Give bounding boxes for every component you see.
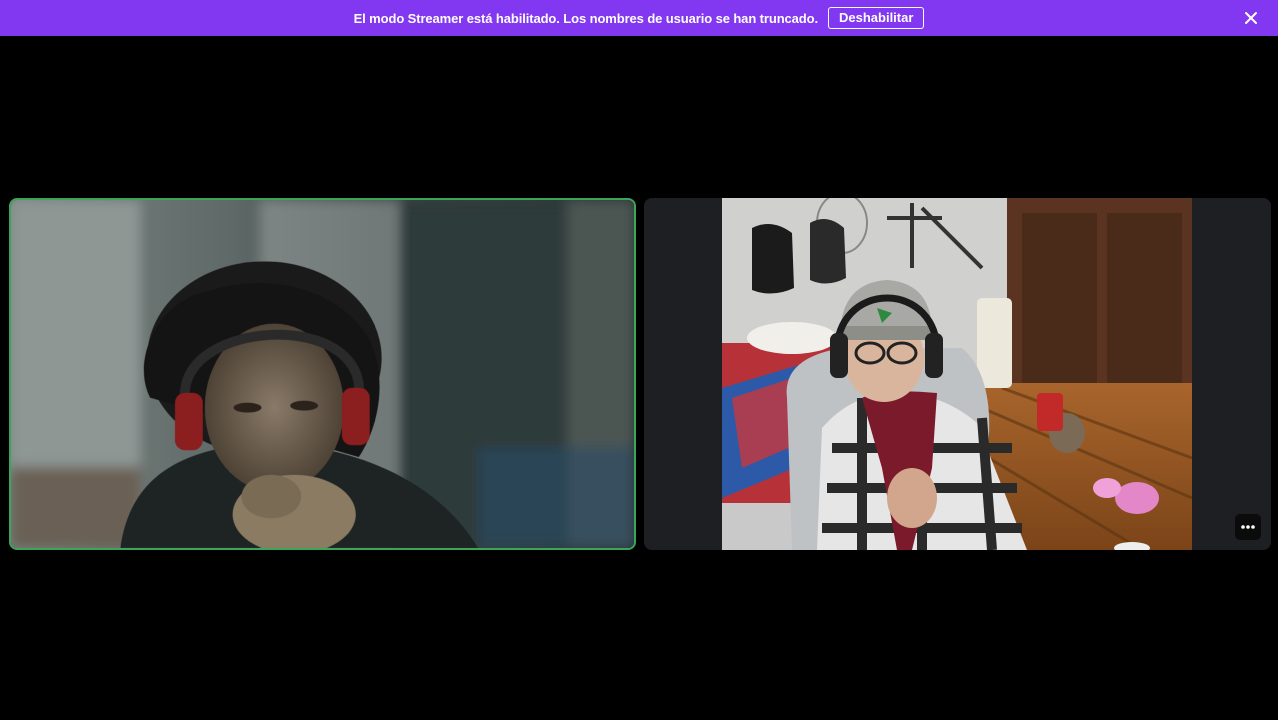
video-tile-right[interactable] — [644, 198, 1271, 550]
video-tile-left[interactable] — [9, 198, 636, 550]
close-icon[interactable] — [1242, 9, 1260, 27]
call-window: El modo Streamer está habilitado. Los no… — [0, 0, 1278, 720]
streamer-mode-notice: El modo Streamer está habilitado. Los no… — [0, 0, 1278, 36]
participant-video-right — [644, 198, 1271, 550]
disable-streamer-mode-button[interactable]: Deshabilitar — [828, 7, 925, 29]
more-options-icon[interactable] — [1235, 514, 1261, 540]
notice-message: El modo Streamer está habilitado. Los no… — [353, 10, 819, 26]
participant-video-left — [11, 200, 634, 548]
